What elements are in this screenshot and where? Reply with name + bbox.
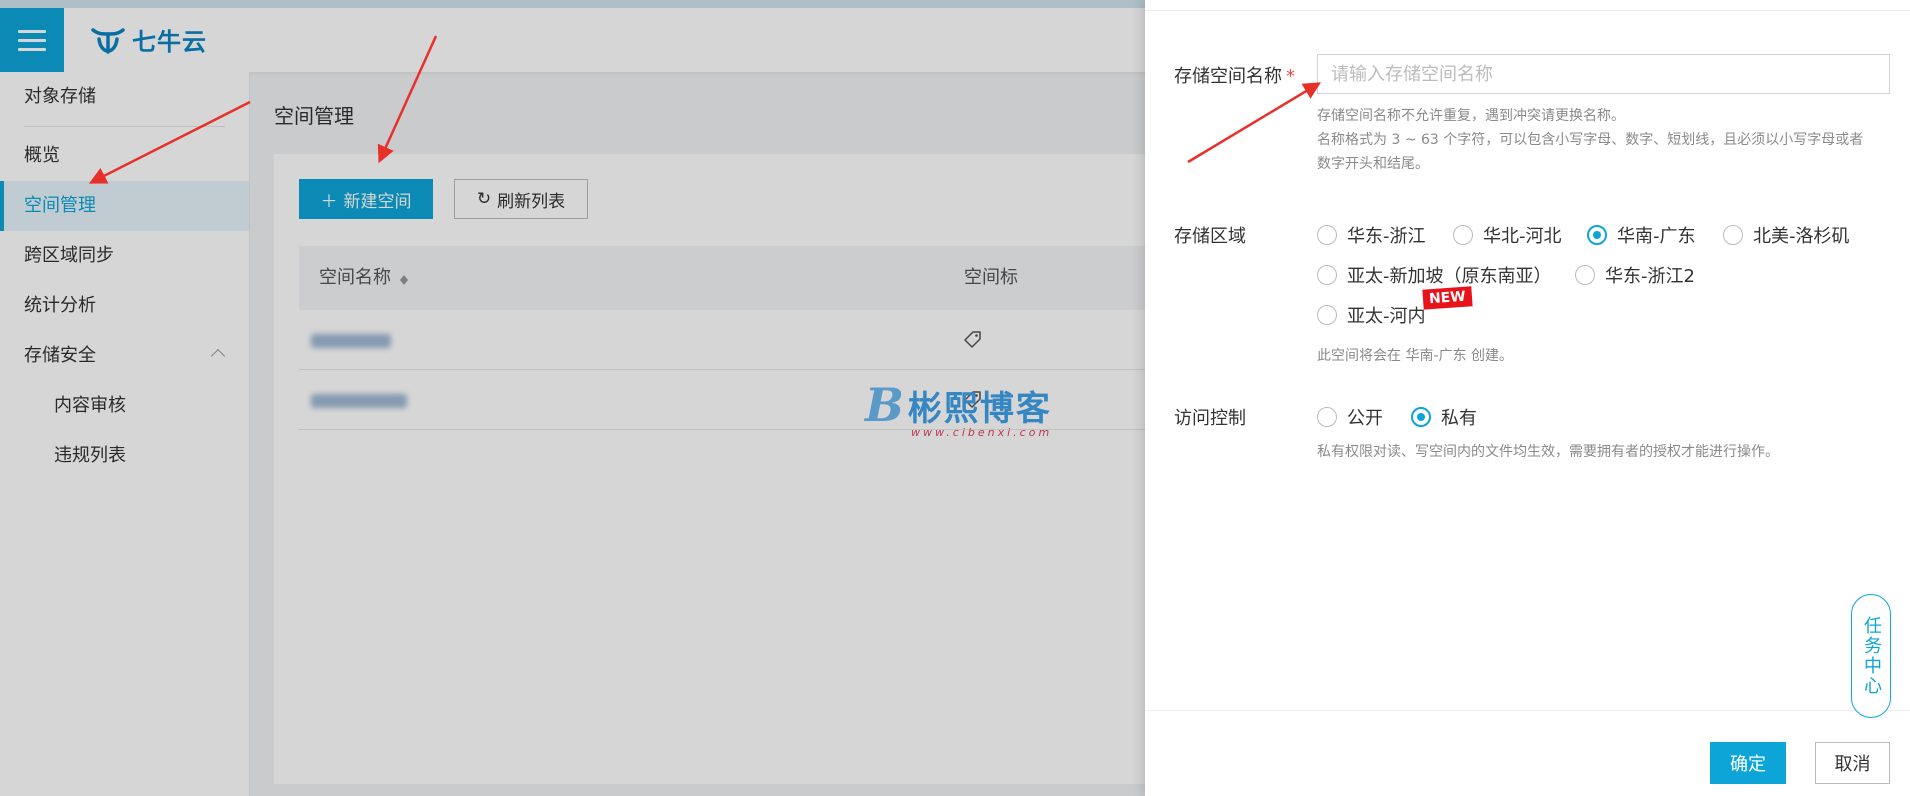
radio-label: 亚太-河内 xyxy=(1347,306,1426,327)
access-radio-private[interactable]: 私有 xyxy=(1411,404,1477,430)
bucket-name-label: 存储空间名称 * xyxy=(1174,62,1295,88)
region-radio-east-zhejiang[interactable]: 华东-浙江 xyxy=(1317,222,1426,248)
radio-circle-icon xyxy=(1317,225,1337,245)
bucket-name-input[interactable] xyxy=(1317,54,1890,94)
bucket-name-hint-1: 存储空间名称不允许重复，遇到冲突请更换名称。 xyxy=(1317,108,1625,124)
radio-label: 华东-浙江2 xyxy=(1605,266,1695,287)
drawer-top-divider xyxy=(1145,10,1910,11)
bucket-name-hint-2: 名称格式为 3 ~ 63 个字符，可以包含小写字母、数字、短划线，且必须以小写字… xyxy=(1317,132,1864,172)
radio-label: 华东-浙江 xyxy=(1347,226,1426,247)
radio-circle-icon xyxy=(1575,265,1595,285)
region-radio-east-zhejiang2[interactable]: 华东-浙江2 xyxy=(1575,262,1695,288)
radio-label: 华南-广东 xyxy=(1617,226,1696,247)
new-badge: NEW xyxy=(1422,286,1473,310)
access-hint: 私有权限对读、写空间内的文件均生效，需要拥有者的授权才能进行操作。 xyxy=(1317,444,1779,460)
radio-circle-icon xyxy=(1317,407,1337,427)
radio-circle-icon xyxy=(1723,225,1743,245)
radio-checked-icon xyxy=(1587,225,1607,245)
access-radio-public[interactable]: 公开 xyxy=(1317,404,1383,430)
required-mark: * xyxy=(1286,66,1295,87)
region-hint: 此空间将会在 华南-广东 创建。 xyxy=(1317,348,1513,364)
radio-label: 亚太-新加坡（原东南亚） xyxy=(1347,266,1552,287)
radio-circle-icon xyxy=(1453,225,1473,245)
radio-label: 私有 xyxy=(1441,408,1477,429)
radio-circle-icon xyxy=(1317,305,1337,325)
radio-circle-icon xyxy=(1317,265,1337,285)
bucket-name-label-text: 存储空间名称 xyxy=(1174,66,1282,87)
radio-label: 公开 xyxy=(1347,408,1383,429)
radio-label: 华北-河北 xyxy=(1483,226,1562,247)
region-radio-south-guangdong[interactable]: 华南-广东 xyxy=(1587,222,1696,248)
radio-label: 北美-洛杉矶 xyxy=(1753,226,1850,247)
task-center-button[interactable]: 任务中心 xyxy=(1851,594,1891,718)
region-label: 存储区域 xyxy=(1174,226,1246,247)
radio-checked-icon xyxy=(1411,407,1431,427)
region-radio-north-hebei[interactable]: 华北-河北 xyxy=(1453,222,1562,248)
region-radio-na-los-angeles[interactable]: 北美-洛杉矶 xyxy=(1723,222,1850,248)
access-control-label: 访问控制 xyxy=(1174,408,1246,429)
modal-overlay[interactable] xyxy=(0,0,1145,796)
drawer-footer: 确定 取消 xyxy=(1145,710,1910,796)
create-bucket-drawer: 存储空间名称* 存储空间名称不允许重复，遇到冲突请更换名称。 名称格式为 3 ~… xyxy=(1145,0,1910,796)
cancel-button[interactable]: 取消 xyxy=(1815,742,1890,784)
confirm-button[interactable]: 确定 xyxy=(1710,742,1786,784)
region-radio-ap-singapore[interactable]: 亚太-新加坡（原东南亚） xyxy=(1317,262,1552,288)
task-center-label: 任务中心 xyxy=(1861,616,1882,696)
region-radio-ap-hanoi[interactable]: 亚太-河内 xyxy=(1317,302,1426,328)
